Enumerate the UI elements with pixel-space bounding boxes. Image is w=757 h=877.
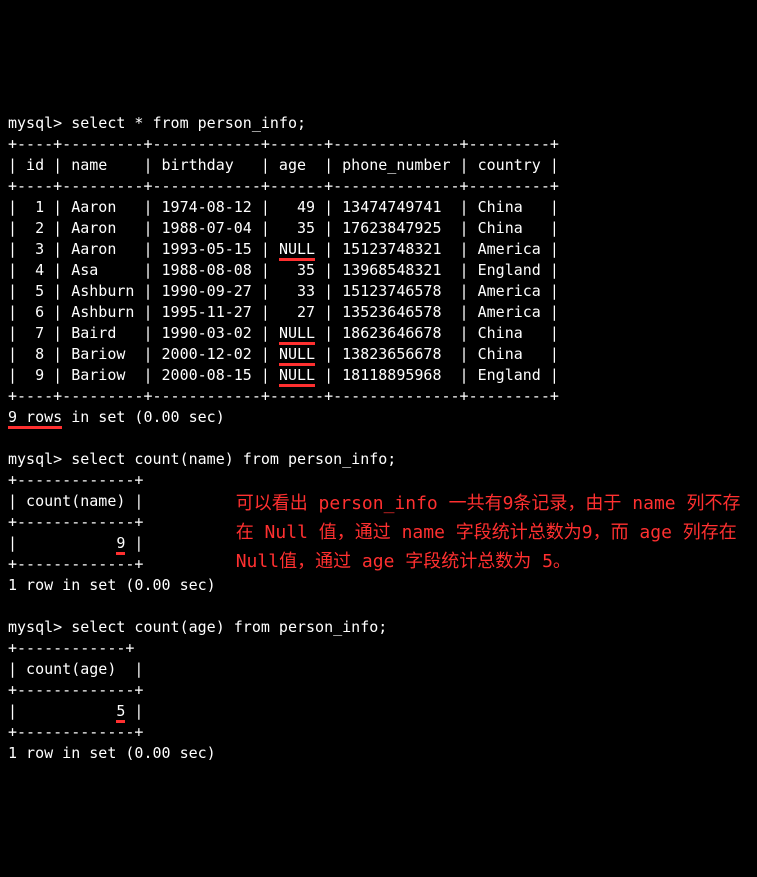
- terminal-output: mysql> select * from person_info; +----+…: [8, 92, 749, 764]
- table1-sep-top: +----+---------+------------+------+----…: [8, 135, 559, 153]
- query1: select * from person_info;: [71, 114, 306, 132]
- status2: 1 row in set (0.00 sec): [8, 576, 216, 594]
- table2-sep-top: +-------------+: [8, 471, 143, 489]
- table-row: | 2 | Aaron | 1988-07-04 | 35 | 17623847…: [8, 219, 559, 237]
- table2-header: | count(name) |: [8, 492, 143, 510]
- table-row: | 5 | Ashburn | 1990-09-27 | 33 | 151237…: [8, 282, 559, 300]
- status3: 1 row in set (0.00 sec): [8, 744, 216, 762]
- table-row: | 4 | Asa | 1988-08-08 | 35 | 1396854832…: [8, 261, 559, 279]
- table2-row: | 9 |: [8, 534, 143, 555]
- table2-sep-bot: +-------------+: [8, 555, 143, 573]
- prompt: mysql>: [8, 114, 62, 132]
- table-row: | 9 | Bariow | 2000-08-15 | NULL | 18118…: [8, 366, 559, 387]
- table3-sep-top: +------------+: [8, 639, 134, 657]
- table3-sep-bot: +-------------+: [8, 723, 143, 741]
- table-row: | 8 | Bariow | 2000-12-02 | NULL | 13823…: [8, 345, 559, 366]
- prompt: mysql>: [8, 450, 62, 468]
- status1: 9 rows in set (0.00 sec): [8, 408, 225, 429]
- table3-row: | 5 |: [8, 702, 143, 723]
- table-row: | 7 | Baird | 1990-03-02 | NULL | 186236…: [8, 324, 559, 345]
- annotation-comment: 可以看出 person_info 一共有9条记录，由于 name 列不存在 Nu…: [216, 470, 749, 576]
- table3-header: | count(age) |: [8, 660, 143, 678]
- table3-sep-mid: +-------------+: [8, 681, 143, 699]
- table2-sep-mid: +-------------+: [8, 513, 143, 531]
- table1-sep-bot: +----+---------+------------+------+----…: [8, 387, 559, 405]
- table1-rows: | 1 | Aaron | 1974-08-12 | 49 | 13474749…: [8, 197, 749, 386]
- query2: select count(name) from person_info;: [71, 450, 396, 468]
- table1-header: | id | name | birthday | age | phone_num…: [8, 156, 559, 174]
- table1-sep-mid: +----+---------+------------+------+----…: [8, 177, 559, 195]
- table-row: | 6 | Ashburn | 1995-11-27 | 27 | 135236…: [8, 303, 559, 321]
- table-row: | 1 | Aaron | 1974-08-12 | 49 | 13474749…: [8, 198, 559, 216]
- query3: select count(age) from person_info;: [71, 618, 387, 636]
- prompt: mysql>: [8, 618, 62, 636]
- table-row: | 3 | Aaron | 1993-05-15 | NULL | 151237…: [8, 240, 559, 261]
